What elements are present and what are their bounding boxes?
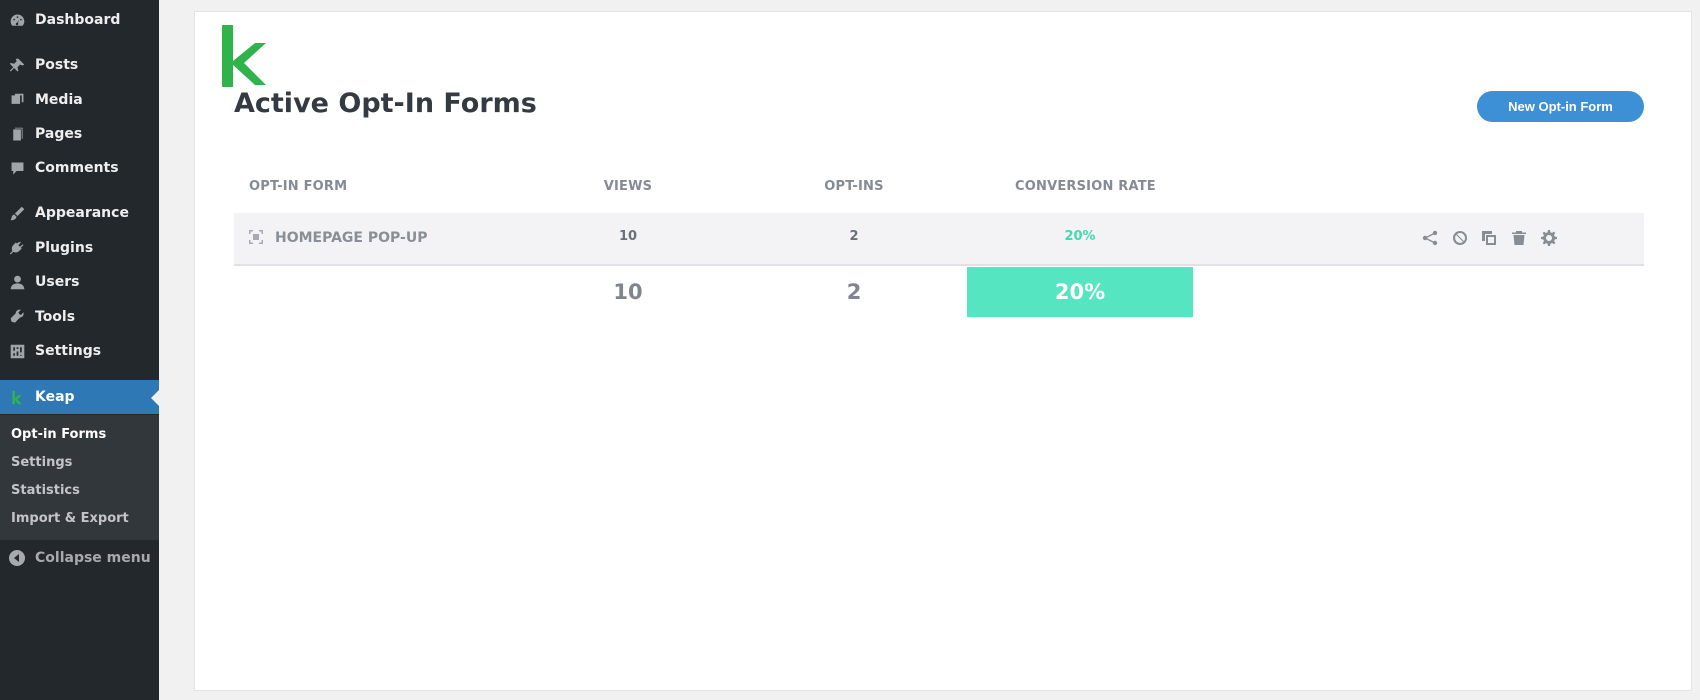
submenu-item-statistics[interactable]: Statistics <box>11 483 80 498</box>
sidebar-item-keap[interactable]: Keap <box>0 380 159 414</box>
sidebar-item-dashboard[interactable]: Dashboard <box>0 5 159 35</box>
sidebar-item-label: Tools <box>35 309 76 325</box>
sidebar-item-label: Users <box>35 274 80 290</box>
sidebar-item-comments[interactable]: Comments <box>0 153 159 183</box>
sidebar-item-posts[interactable]: Posts <box>0 50 159 80</box>
conversion-rate-value: 20% <box>1064 229 1096 244</box>
dashboard-icon <box>8 11 26 29</box>
page-title: Active Opt-In Forms <box>234 88 537 119</box>
share-icon[interactable] <box>1421 229 1438 246</box>
disable-icon[interactable] <box>1451 229 1468 246</box>
collapse-menu-label: Collapse menu <box>35 550 151 566</box>
keap-logo-icon <box>8 388 26 406</box>
opt-ins-value: 2 <box>849 229 859 244</box>
current-menu-arrow <box>151 390 159 406</box>
plug-icon <box>8 239 26 257</box>
brush-icon <box>8 204 26 222</box>
pin-icon <box>8 56 26 74</box>
sliders-icon <box>8 342 26 360</box>
sidebar-item-label: Settings <box>35 343 102 359</box>
sidebar-item-appearance[interactable]: Appearance <box>0 198 159 228</box>
pages-icon <box>8 125 26 143</box>
admin-sidebar: Dashboard Posts Media Pages Comments App… <box>0 0 159 700</box>
column-header-opt-ins[interactable]: OPT-INS <box>804 179 904 194</box>
sidebar-item-label: Comments <box>35 160 119 176</box>
wrench-icon <box>8 308 26 326</box>
total-opt-ins: 2 <box>846 280 862 304</box>
form-name[interactable]: HOMEPAGE POP-UP <box>275 230 427 246</box>
sidebar-item-label: Appearance <box>35 205 129 221</box>
trash-icon[interactable] <box>1510 229 1527 246</box>
sidebar-item-settings[interactable]: Settings <box>0 336 159 366</box>
table-row[interactable]: HOMEPAGE POP-UP 10 2 20% <box>234 213 1644 266</box>
media-icon <box>8 91 26 109</box>
column-header-conversion-rate[interactable]: CONVERSION RATE <box>1015 179 1156 194</box>
comment-icon <box>8 159 26 177</box>
sidebar-item-label: Pages <box>35 126 83 142</box>
sidebar-item-label: Media <box>35 92 83 108</box>
submenu-item-settings[interactable]: Settings <box>11 455 72 470</box>
user-icon <box>8 273 26 291</box>
sidebar-item-tools[interactable]: Tools <box>0 302 159 332</box>
submenu-item-import-export[interactable]: Import & Export <box>11 511 129 526</box>
popup-form-icon <box>249 230 263 244</box>
column-header-opt-in-form[interactable]: OPT-IN FORM <box>249 179 347 194</box>
keap-logo <box>222 25 266 87</box>
gear-icon[interactable] <box>1540 229 1557 246</box>
views-value: 10 <box>618 229 638 244</box>
sidebar-item-pages[interactable]: Pages <box>0 119 159 149</box>
total-conversion-rate: 20% <box>967 267 1193 317</box>
sidebar-item-media[interactable]: Media <box>0 85 159 115</box>
total-views: 10 <box>613 280 643 304</box>
keap-submenu: Opt-in Forms Settings Statistics Import … <box>0 415 159 540</box>
collapse-arrow-icon <box>9 550 25 566</box>
sidebar-item-label: Plugins <box>35 240 94 256</box>
sidebar-item-plugins[interactable]: Plugins <box>0 233 159 263</box>
sidebar-item-label: Dashboard <box>35 12 121 28</box>
submenu-item-opt-in-forms[interactable]: Opt-in Forms <box>11 427 106 442</box>
sidebar-item-label: Keap <box>35 389 75 405</box>
duplicate-icon[interactable] <box>1480 229 1497 246</box>
collapse-menu-button[interactable]: Collapse menu <box>0 545 159 571</box>
sidebar-item-users[interactable]: Users <box>0 267 159 297</box>
sidebar-item-label: Posts <box>35 57 79 73</box>
new-opt-in-form-button[interactable]: New Opt-in Form <box>1477 91 1644 122</box>
column-header-views[interactable]: VIEWS <box>578 179 678 194</box>
